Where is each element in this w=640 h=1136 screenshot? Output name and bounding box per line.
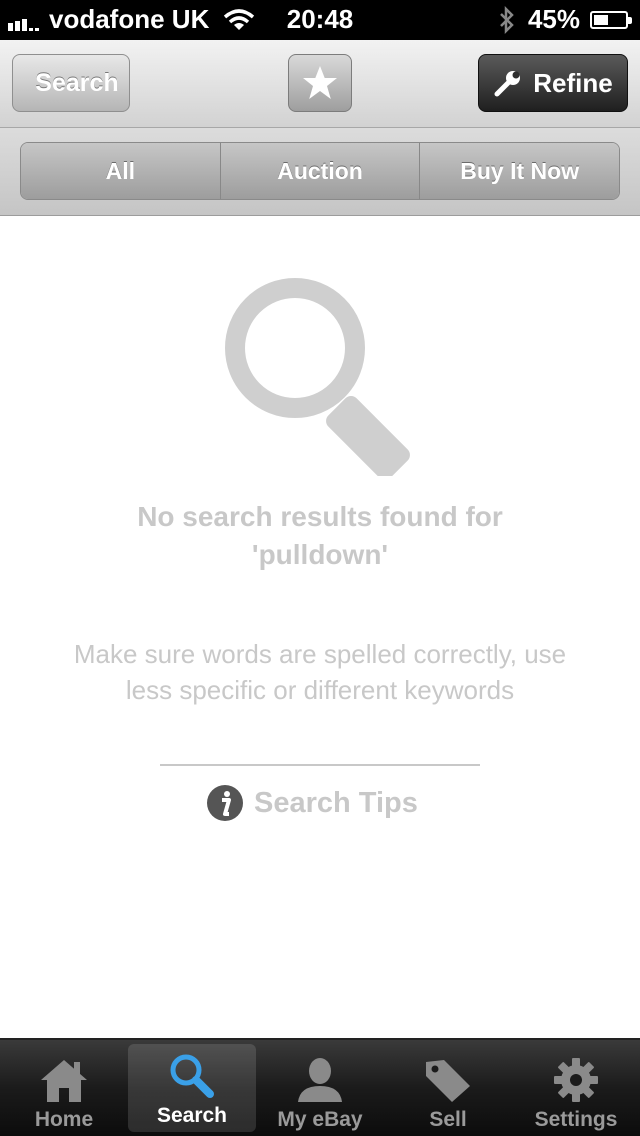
tab-bar: Home Search My eBay Sell Settings	[0, 1038, 640, 1136]
bluetooth-icon	[500, 5, 514, 34]
no-results-hint-line1: Make sure words are spelled correctly, u…	[73, 639, 567, 669]
search-icon	[170, 1054, 214, 1098]
listing-type-segmented-control: All Auction Buy It Now	[20, 142, 620, 200]
refine-button-label: Refine	[533, 67, 613, 98]
info-icon	[207, 785, 243, 821]
tab-settings[interactable]: Settings	[512, 1040, 640, 1136]
filter-bar: All Auction Buy It Now	[0, 128, 640, 216]
person-icon	[298, 1058, 342, 1102]
navigation-bar: Search Refine	[0, 40, 640, 128]
tab-search[interactable]: Search	[128, 1044, 256, 1132]
tab-my-ebay[interactable]: My eBay	[256, 1040, 384, 1136]
segment-buy-it-now[interactable]: Buy It Now	[420, 143, 619, 199]
divider	[160, 764, 480, 766]
tab-sell-label: Sell	[429, 1108, 467, 1131]
tab-search-label: Search	[156, 1104, 228, 1127]
segment-auction[interactable]: Auction	[220, 143, 421, 199]
tag-icon	[426, 1060, 470, 1102]
tab-home-label: Home	[34, 1108, 94, 1131]
back-button[interactable]: Search	[12, 54, 130, 112]
magnifier-icon	[225, 278, 410, 476]
gear-icon	[554, 1058, 598, 1102]
search-tips-link[interactable]: Search Tips	[206, 784, 418, 822]
tab-home[interactable]: Home	[0, 1040, 128, 1136]
no-results-hint: Make sure words are spelled correctly, u…	[40, 636, 600, 708]
star-icon	[303, 66, 337, 99]
status-right: 45%	[498, 4, 632, 35]
tab-sell[interactable]: Sell	[384, 1040, 512, 1136]
back-button-label: Search	[35, 68, 119, 97]
wrench-icon	[494, 71, 521, 97]
no-results-query: 'pulldown'	[251, 539, 389, 570]
status-bar: vodafone UK 20:48 45%	[0, 0, 640, 40]
battery-icon	[590, 10, 632, 29]
no-results-hint-line2: less specific or different keywords	[125, 675, 515, 705]
search-tips-label: Search Tips	[254, 786, 418, 819]
home-icon	[41, 1060, 87, 1102]
battery-percent: 45%	[527, 4, 580, 34]
tab-my-ebay-label: My eBay	[277, 1108, 363, 1131]
tab-settings-label: Settings	[534, 1108, 618, 1131]
watch-star-button[interactable]	[288, 54, 352, 112]
refine-button[interactable]: Refine	[478, 54, 628, 112]
no-results-title: No search results found for 'pulldown'	[0, 498, 640, 574]
segment-all[interactable]: All	[21, 143, 221, 199]
no-results-title-line1: No search results found for	[137, 501, 503, 532]
